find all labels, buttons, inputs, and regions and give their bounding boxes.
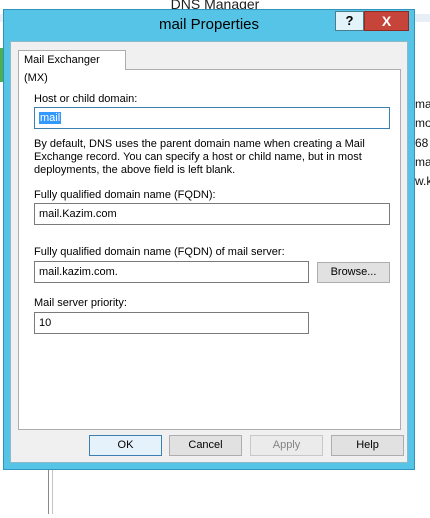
apply-button[interactable]: Apply bbox=[250, 435, 323, 456]
divider bbox=[52, 470, 53, 514]
tab-mail-exchanger[interactable]: Mail Exchanger (MX) bbox=[18, 50, 126, 84]
priority-input[interactable]: 10 bbox=[34, 312, 309, 334]
list-text-fragment[interactable]: w.ka bbox=[415, 174, 430, 188]
list-text-fragment[interactable]: ma bbox=[415, 97, 430, 111]
fqdn-label: Fully qualified domain name (FQDN): bbox=[34, 189, 216, 201]
mail-server-input[interactable]: mail.kazim.com. bbox=[34, 261, 309, 283]
browse-button[interactable]: Browse... bbox=[317, 262, 390, 283]
fqdn-field[interactable]: mail.Kazim.com bbox=[34, 203, 390, 225]
mail-properties-dialog: mail Properties ? X Mail Exchanger (MX) … bbox=[3, 9, 415, 470]
host-description: By default, DNS uses the parent domain n… bbox=[34, 138, 365, 176]
list-text-fragment[interactable]: 68 bbox=[415, 136, 430, 150]
tab-panel: Host or child domain: mail By default, D… bbox=[18, 69, 401, 430]
host-input[interactable]: mail bbox=[34, 107, 390, 129]
help-button[interactable]: Help bbox=[331, 435, 404, 456]
mail-server-label: Fully qualified domain name (FQDN) of ma… bbox=[34, 246, 285, 258]
list-text-fragment[interactable]: ma bbox=[415, 155, 430, 169]
close-button[interactable]: X bbox=[364, 11, 409, 31]
ok-button[interactable]: OK bbox=[89, 435, 162, 456]
host-label: Host or child domain: bbox=[34, 93, 138, 105]
list-text-fragment[interactable]: mo bbox=[415, 116, 430, 130]
divider bbox=[48, 470, 49, 514]
host-input-value: mail bbox=[39, 112, 62, 124]
dialog-body: Mail Exchanger (MX) Host or child domain… bbox=[10, 41, 408, 463]
help-title-button[interactable]: ? bbox=[335, 11, 364, 31]
close-icon: X bbox=[381, 13, 392, 29]
cancel-button[interactable]: Cancel bbox=[169, 435, 242, 456]
priority-label: Mail server priority: bbox=[34, 297, 127, 309]
